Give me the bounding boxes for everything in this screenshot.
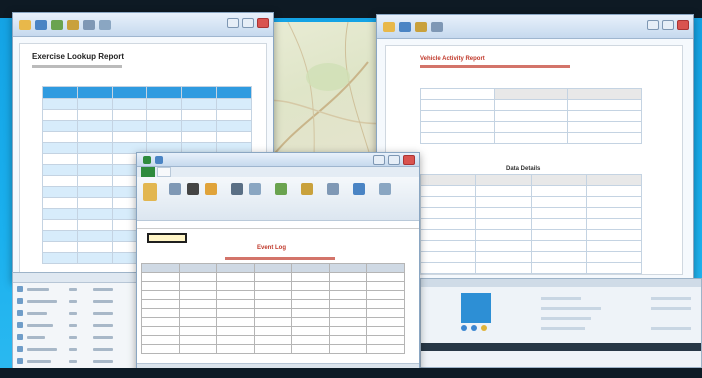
- align-icon[interactable]: [231, 183, 243, 195]
- left-window-titlebar[interactable]: [13, 13, 273, 37]
- list-item[interactable]: [13, 295, 151, 307]
- paste-icon[interactable]: [143, 183, 157, 201]
- spreadsheet-window[interactable]: Event Log: [136, 152, 420, 374]
- close-button[interactable]: [257, 18, 269, 28]
- search-icon[interactable]: [83, 19, 95, 30]
- fill-color-icon[interactable]: [205, 183, 217, 195]
- maximize-button[interactable]: [662, 20, 674, 30]
- lower-panel-header: [13, 273, 151, 283]
- zoom-icon[interactable]: [99, 19, 111, 30]
- blue-thumbnail: [461, 293, 491, 323]
- save-icon[interactable]: [35, 19, 47, 30]
- event-log-table: [141, 263, 405, 354]
- selected-cell[interactable]: [147, 233, 187, 243]
- bold-icon[interactable]: [187, 183, 199, 195]
- data-details-heading: Data Details: [506, 166, 541, 172]
- close-button[interactable]: [403, 155, 415, 165]
- tab-home[interactable]: [157, 167, 171, 177]
- detail-line: [651, 307, 691, 310]
- open-icon[interactable]: [19, 19, 31, 30]
- detail-line: [541, 327, 585, 330]
- spreadsheet-titlebar[interactable]: [137, 153, 419, 167]
- find-icon[interactable]: [379, 183, 391, 195]
- list-item[interactable]: [13, 343, 151, 355]
- detail-line: [651, 297, 691, 300]
- print-icon[interactable]: [415, 21, 427, 32]
- detail-line: [541, 317, 591, 320]
- export-icon[interactable]: [67, 19, 79, 30]
- save-icon[interactable]: [399, 21, 411, 32]
- right-report-page: Vehicle Activity Report Data Details: [385, 45, 683, 275]
- progress-strip: [421, 343, 701, 351]
- list-item[interactable]: [13, 355, 151, 367]
- minimize-button[interactable]: [647, 20, 659, 30]
- minimize-button[interactable]: [373, 155, 385, 165]
- list-item[interactable]: [13, 283, 151, 295]
- ribbon-tabs[interactable]: [137, 167, 419, 177]
- tab-file[interactable]: [141, 167, 155, 177]
- detail-line: [541, 297, 581, 300]
- sort-filter-icon[interactable]: [353, 183, 365, 195]
- right-report-window[interactable]: Vehicle Activity Report Data Details: [376, 14, 694, 282]
- ribbon: [137, 177, 419, 221]
- event-log-title: Event Log: [257, 245, 287, 251]
- search-icon[interactable]: [431, 21, 443, 32]
- left-report-subtitle: [32, 65, 122, 68]
- list-item[interactable]: [13, 319, 151, 331]
- left-lower-panel[interactable]: [12, 272, 152, 372]
- right-window-titlebar[interactable]: [377, 15, 693, 39]
- formula-bar[interactable]: [137, 221, 419, 229]
- lower-panel-header: [421, 279, 701, 287]
- right-lower-panel[interactable]: [420, 278, 702, 368]
- font-group-icon[interactable]: [169, 183, 181, 195]
- minimize-button[interactable]: [227, 18, 239, 28]
- event-log-subtitle: [225, 257, 335, 260]
- right-report-title: Vehicle Activity Report: [420, 56, 485, 62]
- list-item[interactable]: [13, 307, 151, 319]
- merge-icon[interactable]: [249, 183, 261, 195]
- status-icons: [461, 325, 487, 331]
- detail-line: [541, 307, 601, 310]
- insert-cells-icon[interactable]: [327, 183, 339, 195]
- open-icon[interactable]: [383, 21, 395, 32]
- list-item[interactable]: [13, 331, 151, 343]
- right-report-subtitle: [420, 65, 570, 68]
- right-details-table: [419, 174, 643, 274]
- taskbar: [0, 368, 702, 378]
- conditional-format-icon[interactable]: [301, 183, 313, 195]
- number-format-icon[interactable]: [275, 183, 287, 195]
- detail-line: [651, 327, 691, 330]
- save-icon[interactable]: [155, 155, 163, 164]
- print-icon[interactable]: [51, 19, 63, 30]
- excel-icon[interactable]: [143, 155, 151, 164]
- right-summary-table: [420, 88, 642, 144]
- maximize-button[interactable]: [242, 18, 254, 28]
- left-report-title: Exercise Lookup Report: [32, 52, 125, 61]
- close-button[interactable]: [677, 20, 689, 30]
- maximize-button[interactable]: [388, 155, 400, 165]
